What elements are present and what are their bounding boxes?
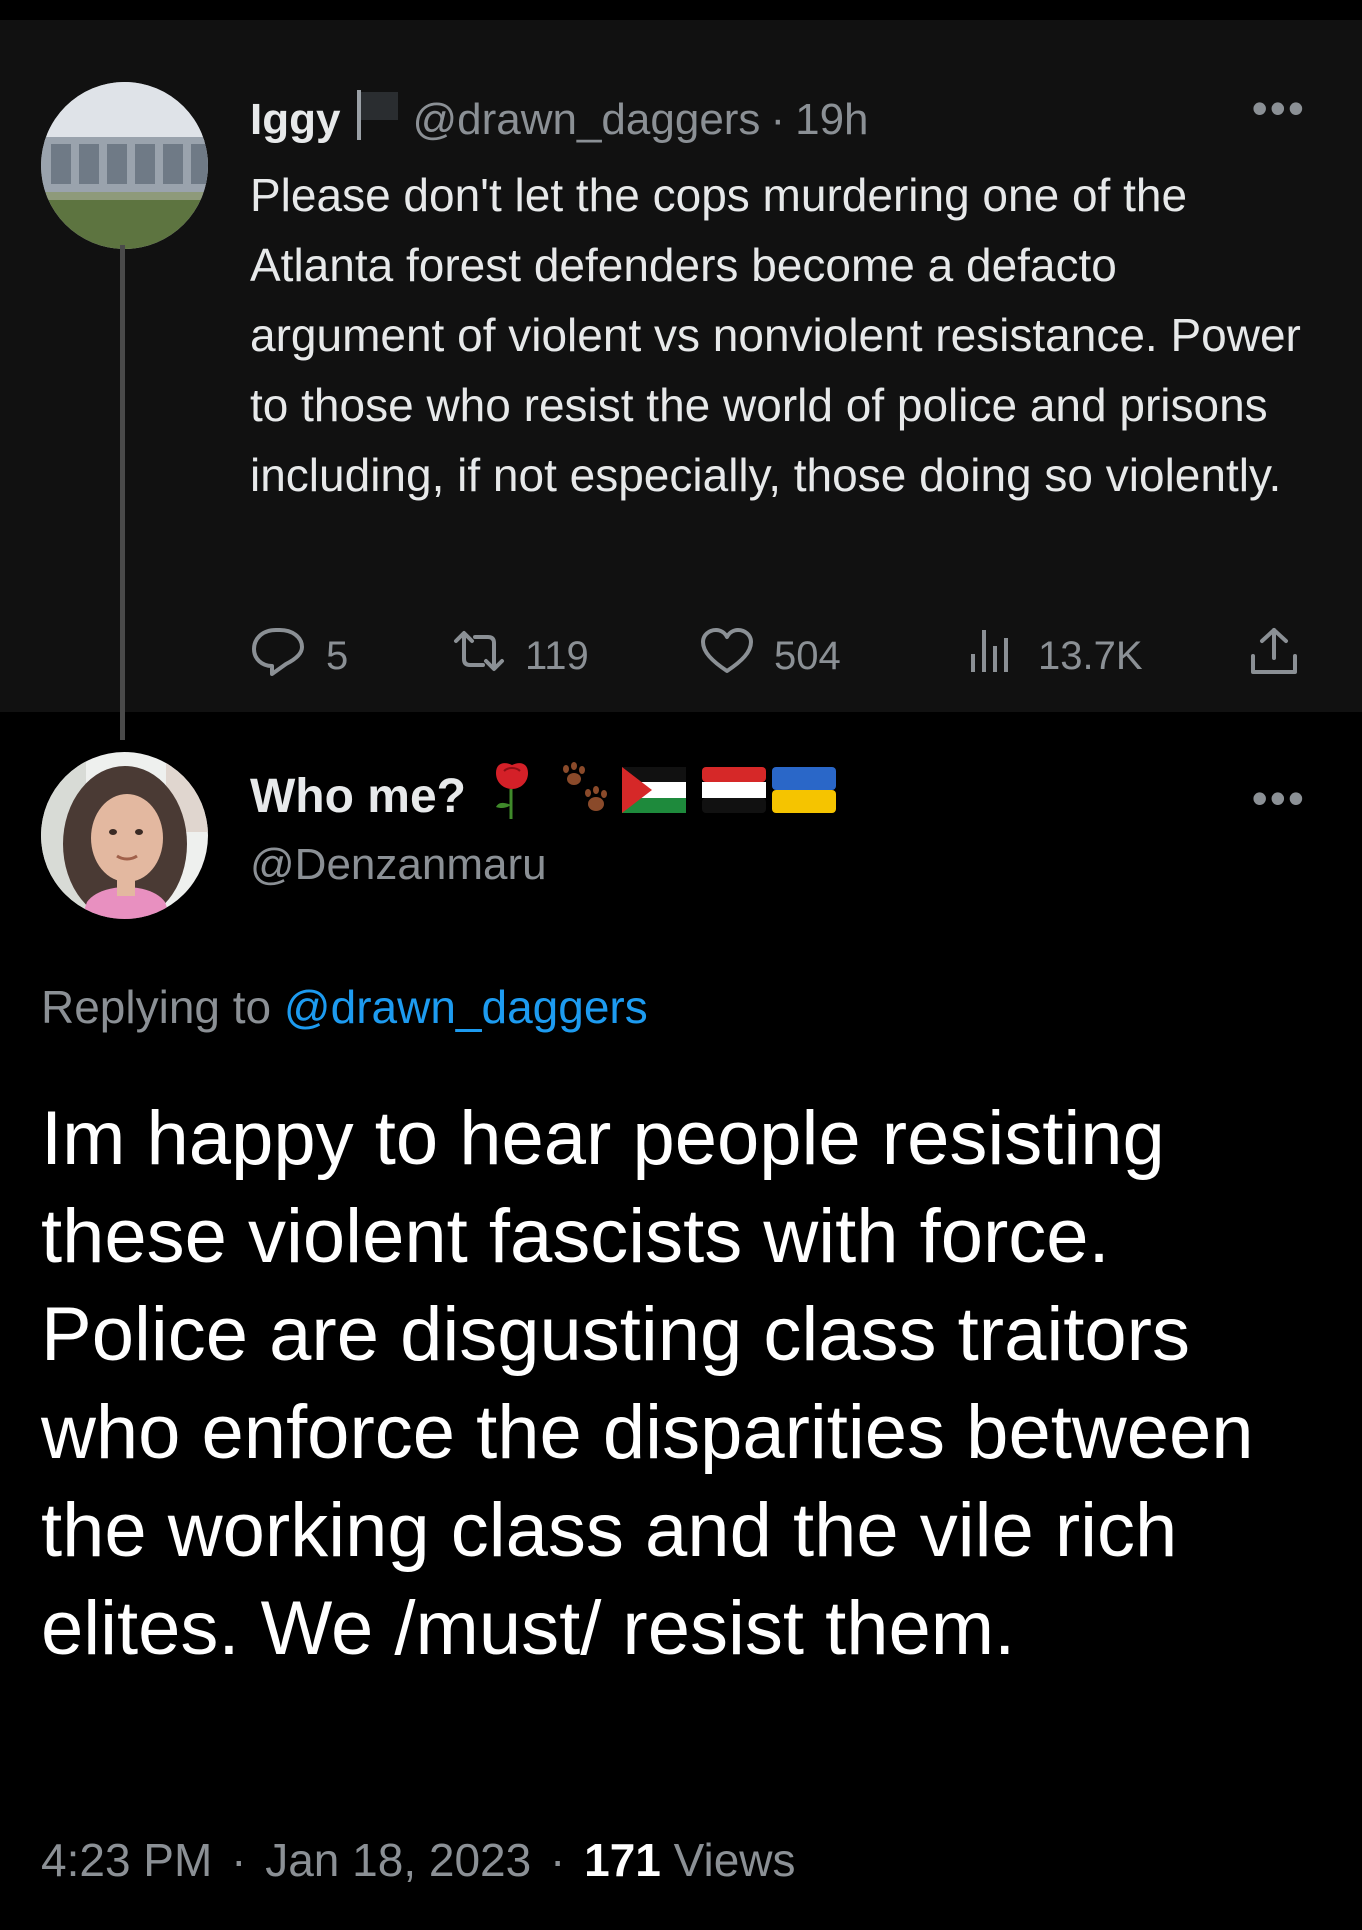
replying-to-link[interactable]: @drawn_daggers [284,981,648,1033]
author-handle[interactable]: @Denzanmaru [250,840,547,890]
ukraine-flag-icon [771,767,836,825]
replying-prefix: Replying to [41,981,272,1033]
retweet-icon [453,629,525,683]
reply-count: 5 [326,633,349,678]
parent-tweet[interactable]: Iggy @drawn_daggers · 19h ••• Please don… [0,20,1362,712]
date[interactable]: Jan 18, 2023 [265,1834,531,1886]
views-count: 13.7K [1038,633,1143,678]
like-count: 504 [774,633,841,678]
black-flag-icon [354,88,400,153]
separator: · [231,1834,247,1886]
like-button[interactable]: 504 [700,628,841,684]
thread-connector-line [120,245,125,740]
palestine-flag-icon [621,767,686,825]
author-name[interactable]: Who me? [250,769,466,824]
tweet-text: Please don't let the cops murdering one … [250,169,1301,501]
top-bar [0,0,1362,20]
separator: · [770,95,786,144]
paw-prints-icon [558,761,614,831]
replying-to-line: Replying to @drawn_daggers [41,980,648,1034]
author-handle[interactable]: @drawn_daggers [412,95,760,145]
rose-icon [492,759,532,833]
views-icon [968,628,1038,684]
avatar[interactable] [41,752,208,919]
tweet-header: Iggy @drawn_daggers · 19h [250,88,869,153]
reply-icon [250,625,326,687]
author-name[interactable]: Iggy [250,95,340,145]
share-icon [1248,626,1320,686]
reply-button[interactable]: 5 [250,628,348,684]
separator: · [550,1834,566,1886]
timestamp[interactable]: 19h [795,95,868,145]
tweet-actions: 5 119 504 13.7K [250,628,1310,684]
tweet-meta: 4:23 PM · Jan 18, 2023 · 171 Views [41,1833,796,1887]
tweet-text: Im happy to hear people resisting these … [41,1096,1254,1671]
share-button[interactable] [1248,628,1320,684]
views-label: Views [673,1834,796,1886]
more-options-icon[interactable]: ••• [1252,85,1306,131]
like-icon [700,627,774,685]
retweet-count: 119 [525,633,589,678]
views-count: 171 [584,1834,661,1886]
views-button[interactable]: 13.7K [968,628,1143,684]
retweet-button[interactable]: 119 [453,628,589,684]
avatar[interactable] [41,82,208,249]
reply-author-row: Who me? [250,761,836,831]
more-options-icon[interactable]: ••• [1252,775,1306,821]
yemen-flag-icon [701,767,766,825]
timestamp[interactable]: 4:23 PM [41,1834,212,1886]
